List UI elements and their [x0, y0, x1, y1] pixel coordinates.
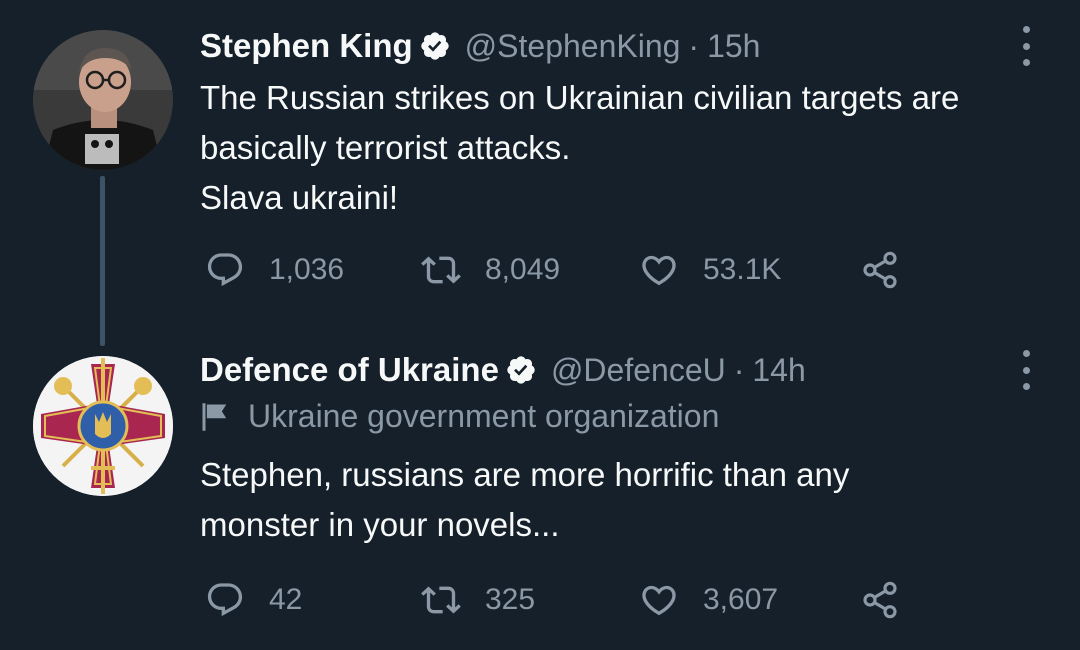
- share-icon: [863, 581, 897, 619]
- timestamp[interactable]: 14h: [752, 352, 805, 389]
- tweet-text-line: Slava ukraini!: [200, 179, 399, 216]
- retweet-count: 325: [485, 583, 536, 616]
- tweet-defence-of-ukraine[interactable]: Defence of Ukraine @DefenceU · 14h Ukrai…: [0, 330, 1080, 650]
- avatar-stephen-king[interactable]: [33, 30, 173, 170]
- tweet-text-line: Stephen, russians are more horrific than…: [200, 456, 850, 493]
- more-icon[interactable]: [1016, 26, 1036, 66]
- like-icon: [642, 585, 676, 616]
- display-name[interactable]: Defence of Ukraine: [200, 351, 499, 389]
- tweet-stephen-king[interactable]: Stephen King @StephenKing · 15h The Russ…: [0, 0, 1080, 346]
- verified-badge-icon: [507, 356, 535, 384]
- tweet-text: Stephen, russians are more horrific than…: [200, 450, 849, 550]
- tweet-header: Defence of Ukraine @DefenceU · 14h: [200, 348, 806, 392]
- tweet-text-line: The Russian strikes on Ukrainian civilia…: [200, 79, 960, 116]
- retweet-button[interactable]: 325: [421, 578, 535, 622]
- retweet-count: 8,049: [485, 253, 561, 286]
- reply-count: 42: [269, 583, 303, 616]
- display-name[interactable]: Stephen King: [200, 27, 413, 65]
- verified-badge-icon: [421, 32, 449, 60]
- separator-dot: ·: [688, 27, 700, 64]
- tweet-text: The Russian strikes on Ukrainian civilia…: [200, 73, 959, 223]
- tweet-header: Stephen King @StephenKing · 15h: [200, 24, 760, 68]
- share-button[interactable]: [860, 248, 924, 292]
- handle[interactable]: @DefenceU: [551, 352, 726, 389]
- share-icon: [863, 251, 897, 289]
- like-count: 3,607: [703, 583, 779, 616]
- emblem-image: [33, 356, 173, 496]
- like-button[interactable]: 3,607: [639, 578, 778, 622]
- share-button[interactable]: [860, 578, 924, 622]
- timestamp[interactable]: 15h: [707, 28, 760, 65]
- reply-button[interactable]: 42: [205, 578, 302, 622]
- retweet-icon: [421, 256, 461, 284]
- government-label[interactable]: Ukraine government organization: [200, 398, 719, 435]
- like-icon: [642, 255, 676, 286]
- reply-icon: [207, 583, 243, 617]
- reply-count: 1,036: [269, 253, 345, 286]
- more-icon[interactable]: [1016, 350, 1036, 390]
- government-label-text: Ukraine government organization: [248, 398, 720, 434]
- government-flag-icon: [202, 402, 227, 431]
- reply-icon: [207, 253, 243, 287]
- tweet-actions: 1,036 8,049 53.1K: [205, 248, 925, 292]
- like-count: 53.1K: [703, 253, 782, 286]
- tweet-text-line: monster in your novels...: [200, 506, 560, 543]
- separator-dot: ·: [733, 351, 745, 388]
- thread-connector-line: [100, 176, 105, 346]
- avatar-defence-of-ukraine[interactable]: [33, 356, 173, 496]
- tweet-text-line: basically terrorist attacks.: [200, 129, 571, 166]
- tweet-actions: 42 325 3,607: [205, 578, 925, 622]
- avatar-image: [33, 30, 173, 170]
- reply-button[interactable]: 1,036: [205, 248, 344, 292]
- retweet-icon: [421, 586, 461, 614]
- retweet-button[interactable]: 8,049: [421, 248, 560, 292]
- handle[interactable]: @StephenKing: [465, 28, 681, 65]
- like-button[interactable]: 53.1K: [639, 248, 781, 292]
